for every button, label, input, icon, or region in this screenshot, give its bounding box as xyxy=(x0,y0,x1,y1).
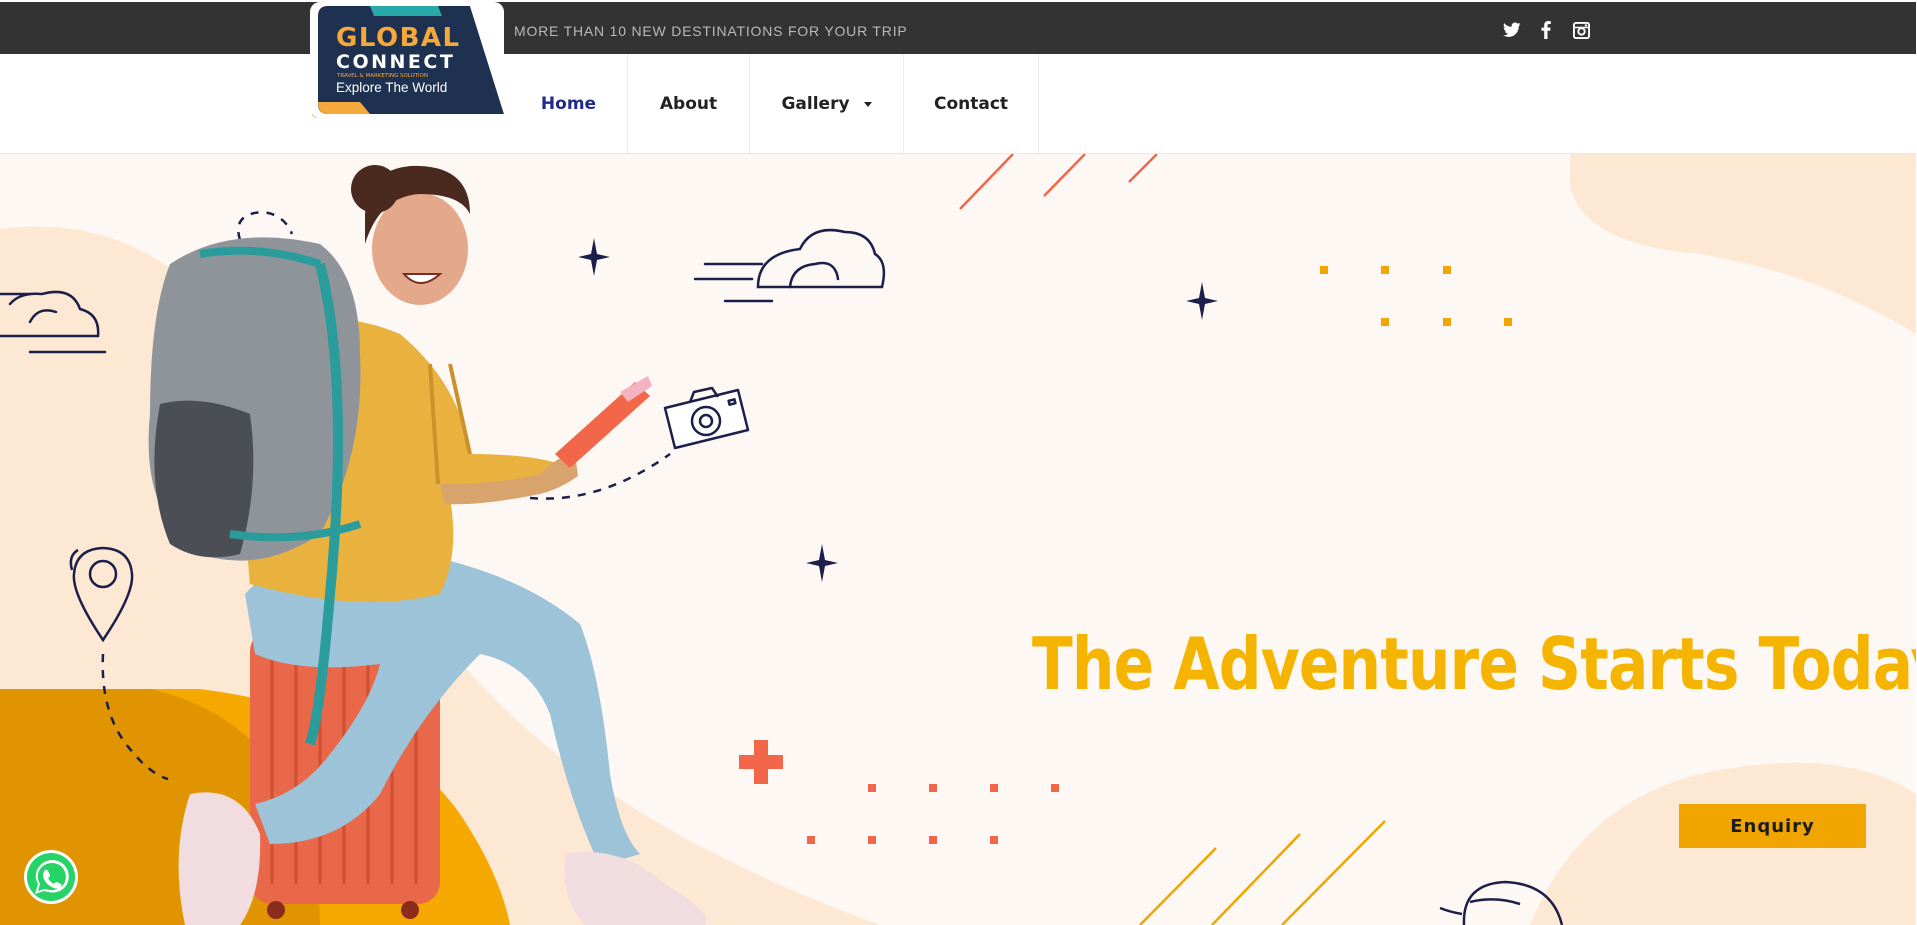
nav-home-label: Home xyxy=(540,93,597,114)
top-right-blob xyxy=(1570,154,1916,334)
hero-section: The Adventure Starts Today Enquiry xyxy=(0,154,1916,925)
nav-gallery-label: Gallery xyxy=(781,93,850,114)
twitter-icon[interactable] xyxy=(1502,20,1522,40)
nav-about[interactable]: About xyxy=(628,54,750,153)
hero-background xyxy=(0,154,1916,925)
enquiry-button[interactable]: Enquiry xyxy=(1679,804,1866,848)
logo-line3: TRAVEL & MARKETING SOLUTION xyxy=(336,73,428,79)
orange-dot-grid xyxy=(1320,266,1512,326)
instagram-icon[interactable] xyxy=(1571,20,1591,40)
nav-gallery[interactable]: Gallery xyxy=(750,54,904,153)
brand-logo[interactable]: GLOBAL CONNECT TRAVEL & MARKETING SOLUTI… xyxy=(310,2,504,118)
top-bar: MORE THAN 10 NEW DESTINATIONS FOR YOUR T… xyxy=(0,2,1916,54)
cloud-icon-top xyxy=(693,228,886,303)
facebook-icon[interactable] xyxy=(1536,20,1556,40)
coral-plus-icon xyxy=(739,740,783,784)
nav-contact-label: Contact xyxy=(933,93,1009,114)
nav-contact[interactable]: Contact xyxy=(904,54,1039,153)
page: MORE THAN 10 NEW DESTINATIONS FOR YOUR T… xyxy=(0,0,1917,925)
whatsapp-icon[interactable] xyxy=(23,849,79,905)
nav-home[interactable]: Home xyxy=(510,54,628,153)
main-navbar: Home About Gallery Contact xyxy=(0,54,1916,154)
logo-line1: GLOBAL xyxy=(336,23,461,53)
dashed-arc-top xyxy=(237,210,294,241)
orange-diagonal-lines xyxy=(1139,820,1386,925)
chevron-down-icon xyxy=(863,102,872,107)
logo-line4: Explore The World xyxy=(336,80,447,95)
camera-icon xyxy=(663,386,750,450)
top-bar-tagline: MORE THAN 10 NEW DESTINATIONS FOR YOUR T… xyxy=(514,23,908,39)
nav-about-label: About xyxy=(659,93,718,114)
logo-line2: CONNECT xyxy=(336,51,455,73)
coral-dot-grid xyxy=(807,784,1059,844)
coral-diagonal-lines xyxy=(959,154,1158,210)
hero-headline: The Adventure Starts Today xyxy=(1032,622,1916,706)
